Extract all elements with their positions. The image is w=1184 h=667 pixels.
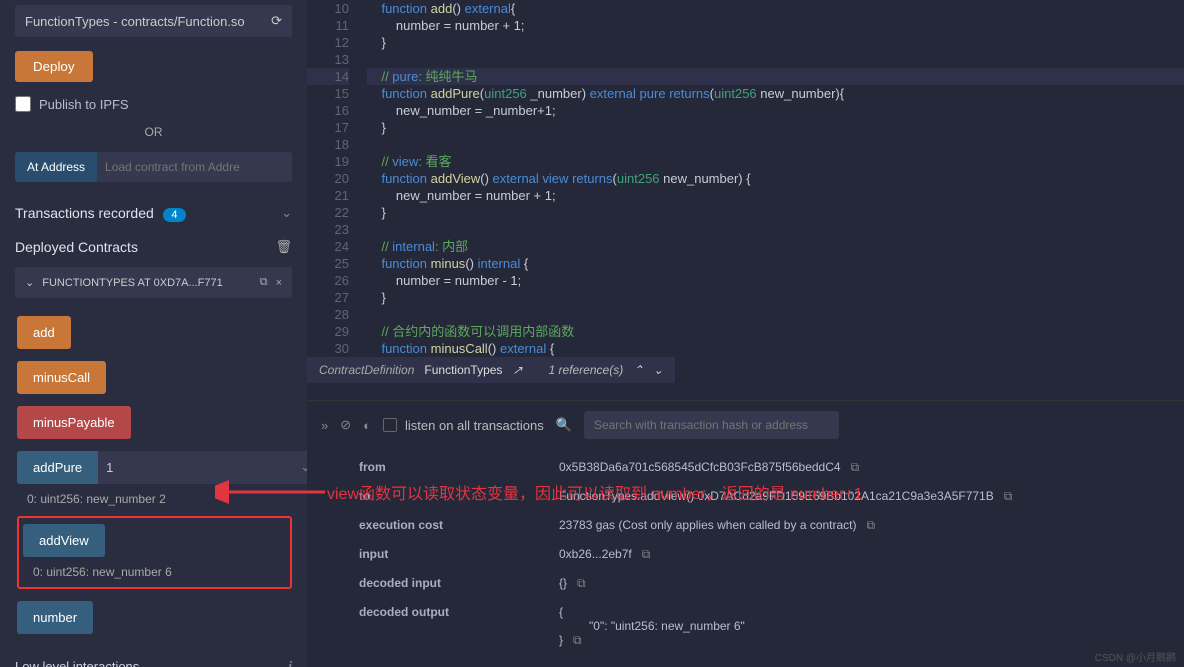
addview-return: 0: uint256: new_number 6 [23, 565, 286, 579]
table-row: decoded output{ "0": "uint256: new_numbe… [355, 598, 1136, 655]
decin-label: decoded input [355, 569, 555, 598]
table-row: input 0xb26...2eb7f ⧉ [355, 540, 1136, 569]
breadcrumb: ContractDefinition FunctionTypes ↗ 1 ref… [307, 357, 675, 383]
fn-minuspayable-button[interactable]: minusPayable [17, 406, 131, 439]
decin-value: {} [559, 576, 567, 590]
goto-icon[interactable]: ↗ [512, 363, 522, 377]
low-level-header: Low level interactions i [15, 648, 292, 667]
listen-label: listen on all transactions [405, 418, 544, 433]
annotation-arrow [215, 478, 330, 506]
decout-label: decoded output [355, 598, 555, 655]
sync-icon[interactable]: ⟳ [271, 13, 282, 29]
table-row: decoded input {} ⧉ [355, 569, 1136, 598]
listen-checkbox[interactable] [383, 418, 397, 432]
contract-selector[interactable]: FunctionTypes - contracts/Function.so ⟳ [15, 5, 292, 37]
crumb-refs: 1 reference(s) [549, 363, 624, 377]
tx-details: from 0x5B38Da6a701c568545dCfcB03FcB875f56… [307, 443, 1184, 655]
crumb-type: ContractDefinition [319, 363, 414, 377]
tx-recorded-label: Transactions recorded [15, 205, 154, 221]
copy-icon[interactable]: ⧉ [260, 276, 268, 289]
fn-number-button[interactable]: number [17, 601, 93, 634]
line-gutter: 1011121314151617181920212223242526272829… [307, 0, 367, 357]
chevron-down-icon: ⌄ [281, 205, 292, 221]
function-list: add minusCall minusPayable addPure ⌄ 0: … [15, 298, 292, 648]
highlight-box: addView 0: uint256: new_number 6 [17, 516, 292, 589]
close-icon[interactable]: × [276, 277, 282, 289]
publish-ipfs-checkbox[interactable] [15, 96, 31, 112]
contract-instance[interactable]: ⌄ FUNCTIONTYPES AT 0XD7A...F771 ⧉ × [15, 267, 292, 298]
crumb-name: FunctionTypes [424, 363, 502, 377]
publish-ipfs-label: Publish to IPFS [39, 97, 129, 112]
table-row: execution cost 23783 gas (Cost only appli… [355, 511, 1136, 540]
console-search-input[interactable] [584, 411, 839, 439]
pending-icon[interactable]: ◐ [363, 418, 371, 433]
annotation-text: view函数可以读取状态变量，因此可以读取到 number，返回的是 numbe… [327, 480, 863, 504]
info-icon[interactable]: i [288, 658, 292, 667]
sidebar: FunctionTypes - contracts/Function.so ⟳ … [0, 0, 307, 667]
clear-icon[interactable]: ⊘ [340, 417, 351, 433]
code-lines: function add() external{ number = number… [367, 0, 1184, 357]
chevron-up-icon[interactable]: ⌃ [633, 363, 643, 377]
tx-count-badge: 4 [163, 208, 185, 222]
contract-selector-label: FunctionTypes - contracts/Function.so [25, 14, 245, 29]
fn-minuscall-button[interactable]: minusCall [17, 361, 106, 394]
contract-instance-name: FUNCTIONTYPES AT 0XD7A...F771 [42, 277, 251, 289]
copy-icon[interactable]: ⧉ [577, 576, 586, 590]
copy-icon[interactable]: ⧉ [867, 518, 876, 532]
watermark: CSDN @小月鹅鹅 [1095, 649, 1176, 664]
tx-recorded-header[interactable]: Transactions recorded 4 ⌄ [15, 197, 292, 231]
from-value: 0x5B38Da6a701c568545dCfcB03FcB875f56bedd… [559, 460, 841, 474]
execcost-label: execution cost [355, 511, 555, 540]
trash-icon[interactable]: 🗑 [275, 239, 292, 255]
execcost-value: 23783 gas (Cost only applies when called… [559, 518, 857, 532]
copy-icon[interactable]: ⧉ [642, 547, 651, 561]
fn-add-button[interactable]: add [17, 316, 71, 349]
at-address-button[interactable]: At Address [15, 152, 97, 182]
address-input[interactable] [97, 152, 292, 182]
copy-icon[interactable]: ⧉ [573, 633, 582, 647]
input-label: input [355, 540, 555, 569]
collapse-icon[interactable]: » [321, 418, 328, 433]
console: » ⊘ ◐ listen on all transactions 🔍 from 0… [307, 400, 1184, 667]
or-divider: OR [15, 125, 292, 139]
search-icon[interactable]: 🔍 [556, 417, 572, 433]
deployed-contracts-label: Deployed Contracts [15, 239, 138, 255]
chevron-down-icon: ⌄ [25, 276, 34, 289]
copy-icon[interactable]: ⧉ [1004, 489, 1013, 503]
fn-addpure-button[interactable]: addPure [17, 451, 98, 484]
decout-value: { "0": "uint256: new_number 6" } [559, 605, 745, 647]
chevron-down-icon[interactable]: ⌄ [653, 363, 663, 377]
fn-addview-button[interactable]: addView [23, 524, 105, 557]
from-label: from [355, 453, 555, 482]
code-editor[interactable]: 1011121314151617181920212223242526272829… [307, 0, 1184, 400]
deploy-button[interactable]: Deploy [15, 51, 93, 82]
table-row: from 0x5B38Da6a701c568545dCfcB03FcB875f56… [355, 453, 1136, 482]
copy-icon[interactable]: ⧉ [851, 460, 860, 474]
input-value: 0xb26...2eb7f [559, 547, 632, 561]
